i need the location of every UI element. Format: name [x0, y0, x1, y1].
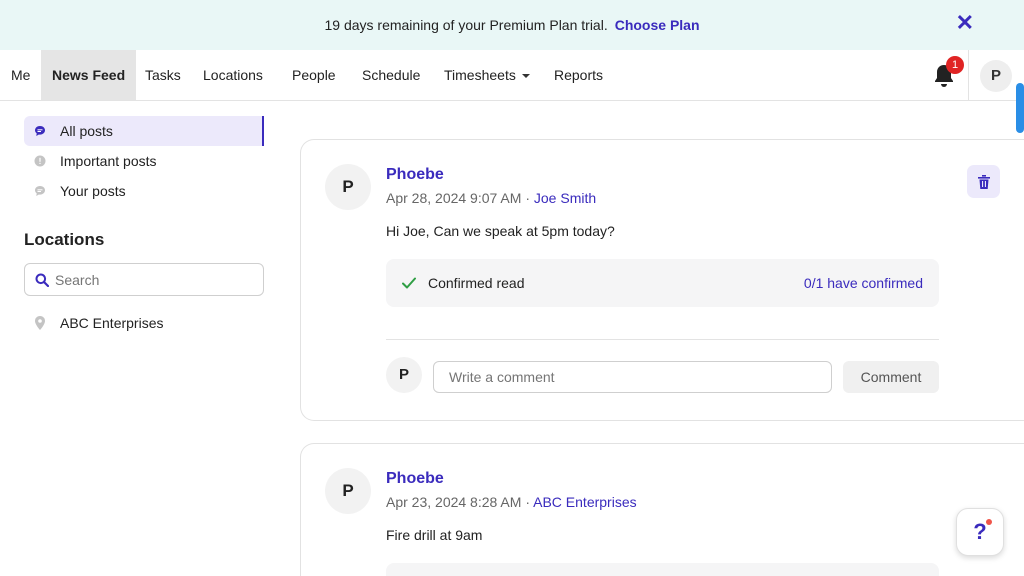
comment-input[interactable] — [433, 361, 832, 393]
search-icon — [35, 273, 49, 287]
post-author-name[interactable]: Phoebe — [386, 166, 444, 184]
post-body: Hi Joe, Can we speak at 5pm today? — [386, 223, 615, 239]
help-button[interactable]: ? — [956, 508, 1004, 556]
nav-item-news-feed[interactable]: News Feed — [41, 50, 137, 100]
location-search-input[interactable] — [55, 271, 245, 288]
post-location-link[interactable]: ABC Enterprises — [533, 494, 636, 510]
nav-item-people[interactable]: People — [292, 50, 336, 100]
post-author-name[interactable]: Phoebe — [386, 470, 444, 488]
post-author-avatar: P — [325, 468, 371, 514]
confirmed-read-label: Confirmed read — [428, 275, 525, 291]
top-nav: Me News Feed Tasks Locations People Sche… — [0, 50, 1024, 101]
trial-banner: 19 days remaining of your Premium Plan t… — [0, 0, 1024, 50]
comment-divider — [386, 339, 939, 340]
sidebar-item-important-posts[interactable]: Important posts — [24, 146, 264, 176]
sidebar-item-your-posts[interactable]: Your posts — [24, 176, 264, 206]
help-notification-dot — [986, 519, 992, 525]
post-card: P Phoebe Apr 28, 2024 9:07 AM · Joe Smit… — [300, 139, 1024, 421]
trash-icon — [977, 174, 990, 189]
post-card: P Phoebe Apr 23, 2024 8:28 AM · ABC Ente… — [300, 443, 1024, 576]
nav-divider — [968, 50, 969, 100]
nav-item-tasks[interactable]: Tasks — [145, 50, 181, 100]
post-meta: Apr 23, 2024 8:28 AM · ABC Enterprises — [386, 494, 637, 510]
check-icon — [402, 277, 416, 289]
user-avatar[interactable]: P — [980, 60, 1012, 92]
nav-item-timesheets[interactable]: Timesheets — [444, 50, 530, 100]
close-icon[interactable]: ✕ — [956, 12, 974, 34]
nav-item-timesheets-label: Timesheets — [444, 67, 516, 83]
choose-plan-link[interactable]: Choose Plan — [615, 17, 700, 33]
meta-separator: · — [525, 494, 530, 510]
commenter-avatar: P — [386, 357, 422, 393]
post-author-avatar: P — [325, 164, 371, 210]
read-confirmation — [386, 563, 939, 576]
caret-down-icon — [521, 74, 530, 79]
sidebar-item-label: All posts — [60, 123, 113, 139]
location-search[interactable] — [24, 263, 264, 296]
nav-item-me[interactable]: Me — [11, 50, 30, 100]
post-body: Fire drill at 9am — [386, 527, 483, 543]
read-confirmation: Confirmed read 0/1 have confirmed — [386, 259, 939, 307]
post-date: Apr 23, 2024 8:28 AM — [386, 494, 522, 510]
nav-item-locations[interactable]: Locations — [203, 50, 263, 100]
confirmation-count-link[interactable]: 0/1 have confirmed — [804, 275, 923, 291]
meta-separator: · — [525, 190, 530, 206]
nav-item-schedule[interactable]: Schedule — [362, 50, 420, 100]
sidebar-item-label: Your posts — [60, 183, 126, 199]
sidebar-location-abc-enterprises[interactable]: ABC Enterprises — [24, 308, 163, 338]
post-recipient-link[interactable]: Joe Smith — [534, 190, 596, 206]
sidebar-location-label: ABC Enterprises — [60, 315, 164, 331]
scrollbar-thumb[interactable] — [1016, 83, 1024, 133]
alert-circle-icon — [34, 155, 46, 167]
locations-heading: Locations — [24, 230, 105, 249]
delete-post-button[interactable] — [967, 165, 1000, 198]
comment-button[interactable]: Comment — [843, 361, 939, 393]
map-pin-icon — [35, 316, 45, 330]
nav-item-reports[interactable]: Reports — [554, 50, 603, 100]
sidebar-item-label: Important posts — [60, 153, 157, 169]
post-meta: Apr 28, 2024 9:07 AM · Joe Smith — [386, 190, 596, 206]
sidebar-item-all-posts[interactable]: All posts — [24, 116, 264, 146]
chat-bubble-icon — [35, 186, 45, 196]
notification-badge: 1 — [946, 56, 964, 74]
chat-bubble-icon — [35, 126, 45, 136]
trial-banner-text: 19 days remaining of your Premium Plan t… — [324, 17, 608, 33]
post-date: Apr 28, 2024 9:07 AM — [386, 190, 522, 206]
